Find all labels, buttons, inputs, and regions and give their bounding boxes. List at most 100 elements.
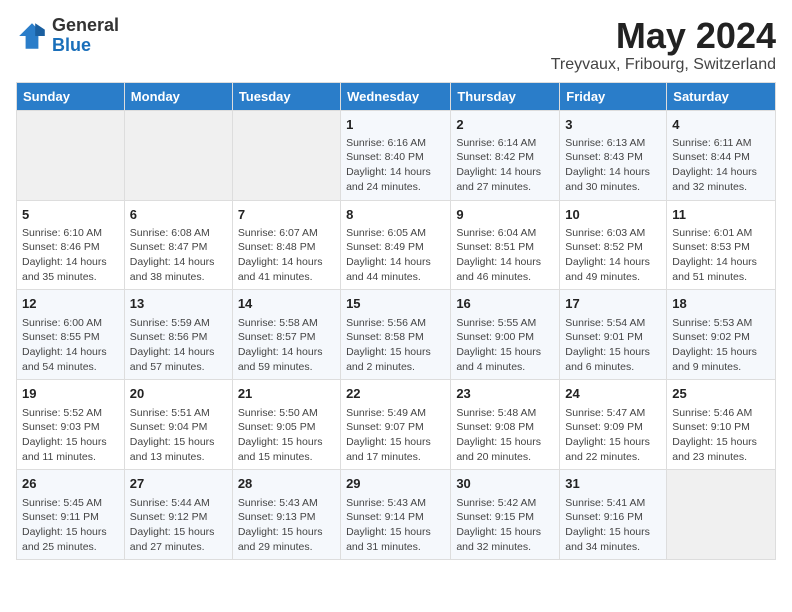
day-info: Sunrise: 6:16 AM Sunset: 8:40 PM Dayligh… [346,136,445,195]
day-number: 8 [346,206,445,224]
day-number: 19 [22,385,119,403]
day-number: 31 [565,475,661,493]
calendar-cell: 13 Sunrise: 5:59 AM Sunset: 8:56 PM Dayli… [124,290,232,380]
calendar-table: SundayMondayTuesdayWednesdayThursdayFrid… [16,82,776,561]
day-info: Sunrise: 5:48 AM Sunset: 9:08 PM Dayligh… [456,406,554,465]
day-info: Sunrise: 6:14 AM Sunset: 8:42 PM Dayligh… [456,136,554,195]
calendar-week-4: 19 Sunrise: 5:52 AM Sunset: 9:03 PM Dayli… [17,380,776,470]
day-info: Sunrise: 5:53 AM Sunset: 9:02 PM Dayligh… [672,316,770,375]
day-number: 6 [130,206,227,224]
logo-icon [16,20,48,52]
day-info: Sunrise: 6:07 AM Sunset: 8:48 PM Dayligh… [238,226,335,285]
day-header-wednesday: Wednesday [341,82,451,110]
day-number: 18 [672,295,770,313]
calendar-cell [17,110,125,200]
calendar-cell: 24 Sunrise: 5:47 AM Sunset: 9:09 PM Dayli… [560,380,667,470]
day-info: Sunrise: 5:56 AM Sunset: 8:58 PM Dayligh… [346,316,445,375]
days-of-week-row: SundayMondayTuesdayWednesdayThursdayFrid… [17,82,776,110]
day-number: 2 [456,116,554,134]
location-subtitle: Treyvaux, Fribourg, Switzerland [551,56,776,74]
calendar-cell [124,110,232,200]
calendar-cell: 12Sunrise: 6:00 AM Sunset: 8:55 PM Dayli… [17,290,125,380]
day-info: Sunrise: 5:54 AM Sunset: 9:01 PM Dayligh… [565,316,661,375]
calendar-cell: 30 Sunrise: 5:42 AM Sunset: 9:15 PM Dayli… [451,470,560,560]
calendar-cell: 2 Sunrise: 6:14 AM Sunset: 8:42 PM Daylig… [451,110,560,200]
calendar-cell: 16 Sunrise: 5:55 AM Sunset: 9:00 PM Dayli… [451,290,560,380]
day-info: Sunrise: 6:05 AM Sunset: 8:49 PM Dayligh… [346,226,445,285]
calendar-cell: 3 Sunrise: 6:13 AM Sunset: 8:43 PM Daylig… [560,110,667,200]
day-info: Sunrise: 6:08 AM Sunset: 8:47 PM Dayligh… [130,226,227,285]
calendar-cell: 23 Sunrise: 5:48 AM Sunset: 9:08 PM Dayli… [451,380,560,470]
day-number: 11 [672,206,770,224]
day-number: 17 [565,295,661,313]
calendar-cell: 15 Sunrise: 5:56 AM Sunset: 8:58 PM Dayli… [341,290,451,380]
day-number: 5 [22,206,119,224]
day-number: 15 [346,295,445,313]
calendar-cell: 22 Sunrise: 5:49 AM Sunset: 9:07 PM Dayli… [341,380,451,470]
calendar-cell: 19 Sunrise: 5:52 AM Sunset: 9:03 PM Dayli… [17,380,125,470]
day-number: 9 [456,206,554,224]
calendar-cell: 25Sunrise: 5:46 AM Sunset: 9:10 PM Dayli… [667,380,776,470]
calendar-cell: 17 Sunrise: 5:54 AM Sunset: 9:01 PM Dayli… [560,290,667,380]
day-info: Sunrise: 5:47 AM Sunset: 9:09 PM Dayligh… [565,406,661,465]
day-info: Sunrise: 5:58 AM Sunset: 8:57 PM Dayligh… [238,316,335,375]
day-number: 27 [130,475,227,493]
day-number: 23 [456,385,554,403]
day-header-monday: Monday [124,82,232,110]
calendar-cell: 21 Sunrise: 5:50 AM Sunset: 9:05 PM Dayli… [232,380,340,470]
calendar-cell: 9Sunrise: 6:04 AM Sunset: 8:51 PM Daylig… [451,200,560,290]
day-info: Sunrise: 5:45 AM Sunset: 9:11 PM Dayligh… [22,496,119,555]
calendar-cell: 10Sunrise: 6:03 AM Sunset: 8:52 PM Dayli… [560,200,667,290]
day-number: 3 [565,116,661,134]
logo-general-text: General [52,15,119,35]
calendar-cell: 20 Sunrise: 5:51 AM Sunset: 9:04 PM Dayli… [124,380,232,470]
day-number: 30 [456,475,554,493]
logo-blue-text: Blue [52,35,91,55]
day-info: Sunrise: 5:51 AM Sunset: 9:04 PM Dayligh… [130,406,227,465]
calendar-cell: 4Sunrise: 6:11 AM Sunset: 8:44 PM Daylig… [667,110,776,200]
day-number: 1 [346,116,445,134]
calendar-cell: 18 Sunrise: 5:53 AM Sunset: 9:02 PM Dayli… [667,290,776,380]
day-info: Sunrise: 5:50 AM Sunset: 9:05 PM Dayligh… [238,406,335,465]
day-info: Sunrise: 5:59 AM Sunset: 8:56 PM Dayligh… [130,316,227,375]
day-header-friday: Friday [560,82,667,110]
day-info: Sunrise: 5:43 AM Sunset: 9:14 PM Dayligh… [346,496,445,555]
day-number: 13 [130,295,227,313]
logo: General Blue [16,16,119,56]
day-info: Sunrise: 6:13 AM Sunset: 8:43 PM Dayligh… [565,136,661,195]
day-info: Sunrise: 6:00 AM Sunset: 8:55 PM Dayligh… [22,316,119,375]
day-header-saturday: Saturday [667,82,776,110]
day-header-sunday: Sunday [17,82,125,110]
day-info: Sunrise: 5:49 AM Sunset: 9:07 PM Dayligh… [346,406,445,465]
day-info: Sunrise: 5:55 AM Sunset: 9:00 PM Dayligh… [456,316,554,375]
day-number: 29 [346,475,445,493]
calendar-cell: 14Sunrise: 5:58 AM Sunset: 8:57 PM Dayli… [232,290,340,380]
calendar-cell: 6 Sunrise: 6:08 AM Sunset: 8:47 PM Daylig… [124,200,232,290]
day-number: 26 [22,475,119,493]
month-title: May 2024 [551,16,776,56]
calendar-cell: 1 Sunrise: 6:16 AM Sunset: 8:40 PM Daylig… [341,110,451,200]
day-number: 25 [672,385,770,403]
day-info: Sunrise: 5:44 AM Sunset: 9:12 PM Dayligh… [130,496,227,555]
day-info: Sunrise: 6:10 AM Sunset: 8:46 PM Dayligh… [22,226,119,285]
calendar-week-3: 12Sunrise: 6:00 AM Sunset: 8:55 PM Dayli… [17,290,776,380]
day-info: Sunrise: 5:52 AM Sunset: 9:03 PM Dayligh… [22,406,119,465]
day-number: 16 [456,295,554,313]
calendar-cell [667,470,776,560]
calendar-body: 1 Sunrise: 6:16 AM Sunset: 8:40 PM Daylig… [17,110,776,560]
day-info: Sunrise: 5:42 AM Sunset: 9:15 PM Dayligh… [456,496,554,555]
calendar-cell: 27 Sunrise: 5:44 AM Sunset: 9:12 PM Dayli… [124,470,232,560]
day-number: 28 [238,475,335,493]
day-number: 24 [565,385,661,403]
day-number: 22 [346,385,445,403]
calendar-week-5: 26 Sunrise: 5:45 AM Sunset: 9:11 PM Dayli… [17,470,776,560]
calendar-week-2: 5 Sunrise: 6:10 AM Sunset: 8:46 PM Daylig… [17,200,776,290]
day-info: Sunrise: 6:03 AM Sunset: 8:52 PM Dayligh… [565,226,661,285]
day-number: 4 [672,116,770,134]
calendar-cell: 11 Sunrise: 6:01 AM Sunset: 8:53 PM Dayli… [667,200,776,290]
day-info: Sunrise: 6:01 AM Sunset: 8:53 PM Dayligh… [672,226,770,285]
calendar-cell: 5 Sunrise: 6:10 AM Sunset: 8:46 PM Daylig… [17,200,125,290]
title-block: May 2024 Treyvaux, Fribourg, Switzerland [551,16,776,74]
day-number: 20 [130,385,227,403]
day-number: 21 [238,385,335,403]
